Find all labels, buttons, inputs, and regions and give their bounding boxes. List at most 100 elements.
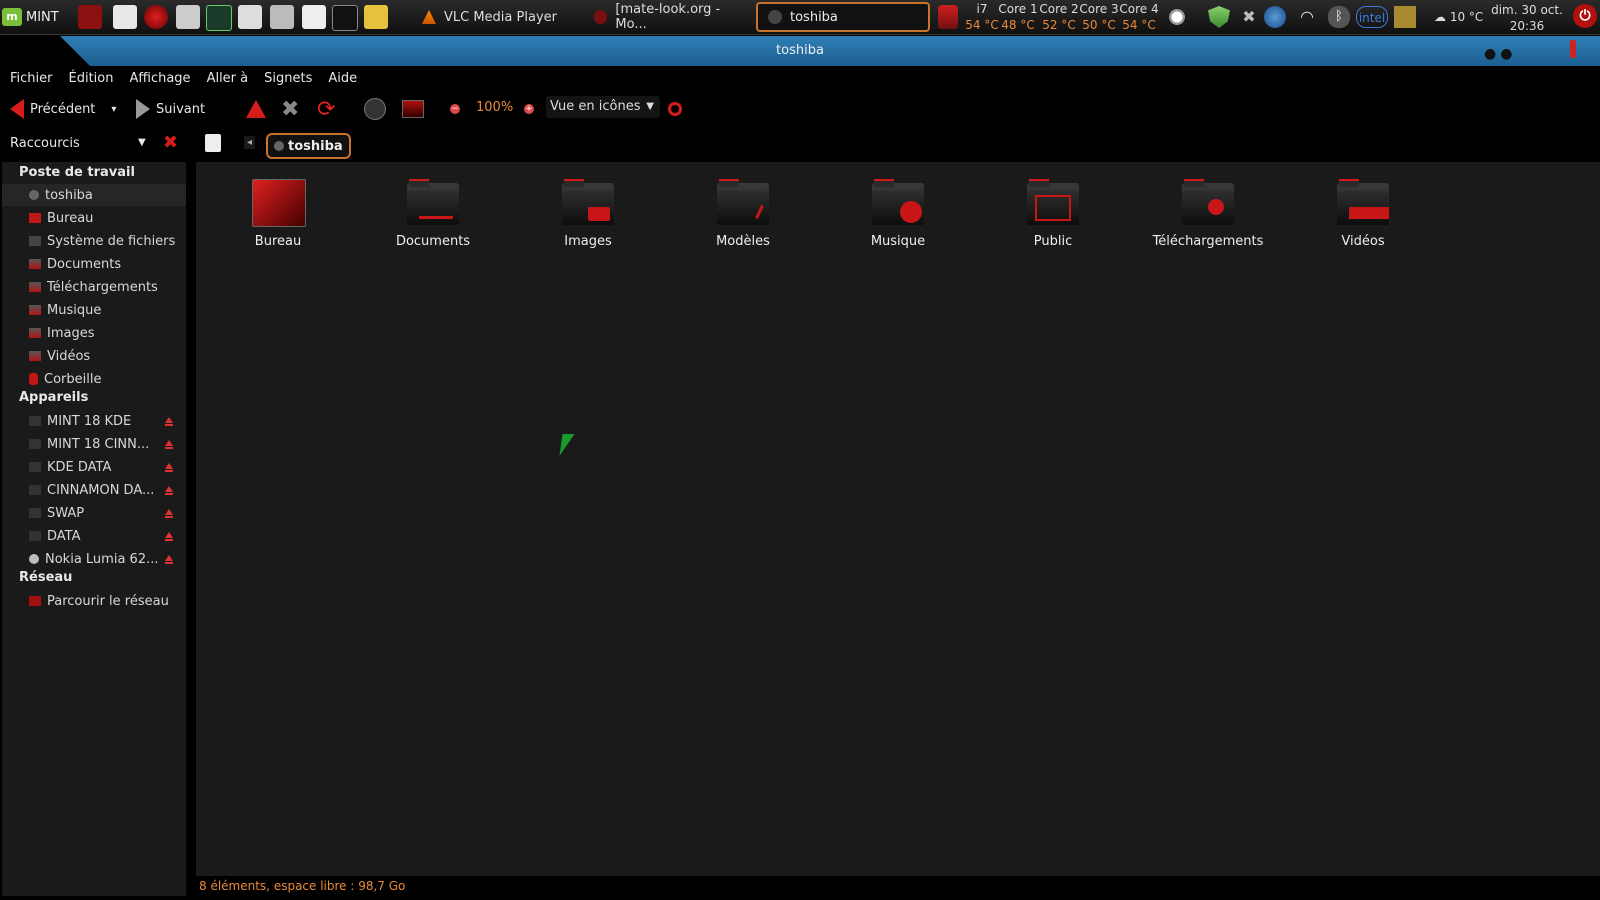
- sidebar-item-corbeille[interactable]: Corbeille: [2, 368, 186, 390]
- drive-launcher-icon[interactable]: [176, 5, 200, 29]
- search-button[interactable]: [668, 98, 682, 120]
- sidebar-device-kdedata[interactable]: KDE DATA: [2, 456, 186, 478]
- back-history-dropdown-icon[interactable]: ▾: [111, 104, 116, 115]
- bluetooth-icon[interactable]: ᛒ: [1328, 6, 1350, 28]
- cpu-temp-core3: Core 3 50 °C: [1078, 1, 1120, 33]
- sidebar-mode-label: Raccourcis: [10, 136, 80, 151]
- settings-launcher-icon[interactable]: [270, 5, 294, 29]
- reload-button[interactable]: ⟳: [317, 97, 335, 122]
- menu-aller-a[interactable]: Aller à: [207, 71, 249, 86]
- tools-icon[interactable]: ✖: [1238, 6, 1260, 28]
- file-launcher-icon[interactable]: [113, 5, 137, 29]
- folder-documents[interactable]: Documents: [368, 177, 498, 249]
- home-button[interactable]: [364, 98, 386, 120]
- task-vlc[interactable]: VLC Media Player: [412, 2, 580, 32]
- sidebar-device-swap[interactable]: SWAP: [2, 502, 186, 524]
- cpu-name: i7: [976, 2, 988, 16]
- folder-telechargements[interactable]: Téléchargements: [1143, 177, 1273, 249]
- clock[interactable]: dim. 30 oct. 20:36: [1490, 2, 1564, 34]
- folder-icon: [29, 259, 41, 269]
- sidebar-item-musique[interactable]: Musique: [2, 299, 186, 321]
- sidebar-device-mint18cinn[interactable]: MINT 18 CINN...: [2, 433, 186, 455]
- brightness-icon[interactable]: [1166, 6, 1188, 28]
- task-file-manager[interactable]: toshiba: [756, 2, 930, 32]
- folder-public[interactable]: Public: [988, 177, 1118, 249]
- menu-affichage[interactable]: Affichage: [129, 71, 190, 86]
- sidebar-device-data[interactable]: DATA: [2, 525, 186, 547]
- folder-videos[interactable]: Vidéos: [1298, 177, 1428, 249]
- zoom-level[interactable]: 100%: [476, 100, 513, 115]
- eject-icon[interactable]: [165, 417, 173, 426]
- forward-button[interactable]: Suivant: [136, 98, 205, 120]
- back-button[interactable]: Précédent ▾: [10, 98, 116, 120]
- sidebar-item-bureau[interactable]: Bureau: [2, 207, 186, 229]
- path-scroll-left-icon[interactable]: ◂: [244, 136, 256, 149]
- menu-fichier[interactable]: Fichier: [10, 71, 53, 86]
- icon-view[interactable]: Bureau Documents Images Modèles Musique: [196, 162, 1600, 876]
- computer-icon: [402, 100, 424, 118]
- menu-edition[interactable]: Édition: [69, 71, 114, 86]
- window-controls[interactable]: ●●: [1484, 46, 1516, 62]
- eject-icon[interactable]: [165, 440, 173, 449]
- up-button[interactable]: [246, 98, 266, 120]
- calculator-launcher-icon[interactable]: [238, 5, 262, 29]
- mint-menu-button[interactable]: m MINT: [2, 3, 68, 31]
- sidebar-item-telechargements[interactable]: Téléchargements: [2, 276, 186, 298]
- menu-aide[interactable]: Aide: [328, 71, 357, 86]
- terminal-launcher-icon[interactable]: [332, 5, 358, 31]
- close-button[interactable]: [1570, 40, 1576, 58]
- sidebar-item-label: Corbeille: [44, 371, 102, 387]
- window-titlebar[interactable]: toshiba ●●: [0, 36, 1600, 66]
- computer-button[interactable]: [402, 98, 424, 120]
- sidebar-device-nokia[interactable]: Nokia Lumia 62...: [2, 548, 186, 570]
- sidebar-item-label: Vidéos: [47, 348, 91, 364]
- sidebar-item-browse-network[interactable]: Parcourir le réseau: [2, 590, 186, 612]
- folder-images[interactable]: Images: [523, 177, 653, 249]
- menu-signets[interactable]: Signets: [264, 71, 312, 86]
- folder-bureau[interactable]: Bureau: [213, 177, 343, 249]
- music-applet-icon[interactable]: [1394, 6, 1416, 28]
- eject-icon[interactable]: [165, 463, 173, 472]
- eject-icon[interactable]: [165, 532, 173, 541]
- weather-applet[interactable]: ☁ 10 °C: [1434, 10, 1483, 24]
- sidebar-item-documents[interactable]: Documents: [2, 253, 186, 275]
- wifi-icon[interactable]: ◠: [1296, 6, 1318, 28]
- view-mode-select[interactable]: Vue en icônes ▼: [546, 96, 660, 118]
- breadcrumb-label: toshiba: [288, 138, 343, 154]
- zoom-out-icon: −: [450, 104, 460, 114]
- eject-icon[interactable]: [165, 486, 173, 495]
- sidebar-item-images[interactable]: Images: [2, 322, 186, 344]
- folder-modeles[interactable]: Modèles: [678, 177, 808, 249]
- folder-musique[interactable]: Musique: [833, 177, 963, 249]
- red-sphere-launcher-icon[interactable]: [144, 5, 168, 29]
- zoom-in-button[interactable]: +: [524, 98, 534, 120]
- sidebar-device-mint18kde[interactable]: MINT 18 KDE: [2, 410, 186, 432]
- intel-icon[interactable]: intel: [1356, 6, 1388, 28]
- downloads-folder-icon: [1180, 177, 1236, 227]
- desktop-icon: [29, 213, 41, 223]
- cleaner-launcher-icon[interactable]: [364, 5, 388, 29]
- red-app-launcher-icon[interactable]: [78, 5, 102, 29]
- drive-icon: [29, 236, 41, 246]
- breadcrumb-current[interactable]: toshiba: [266, 133, 351, 159]
- eject-icon[interactable]: [165, 555, 173, 564]
- eject-icon[interactable]: [165, 509, 173, 518]
- search-icon: [668, 102, 682, 116]
- thunderbird-icon[interactable]: [1264, 6, 1286, 28]
- sidebar-mode-select[interactable]: Raccourcis ▼: [10, 136, 150, 151]
- sidebar-item-filesystem[interactable]: Système de fichiers: [2, 230, 186, 252]
- sidebar-device-cinnamondata[interactable]: CINNAMON DA...: [2, 479, 186, 501]
- toggle-location-entry-icon[interactable]: [205, 134, 221, 152]
- security-shield-icon[interactable]: [1208, 6, 1230, 28]
- zoom-out-button[interactable]: −: [450, 98, 460, 120]
- system-monitor-launcher-icon[interactable]: [206, 5, 232, 31]
- close-sidebar-icon[interactable]: ✖: [163, 132, 178, 153]
- task-browser[interactable]: [mate-look.org - Mo...: [584, 2, 750, 32]
- sidebar-item-videos[interactable]: Vidéos: [2, 345, 186, 367]
- text-editor-launcher-icon[interactable]: [302, 5, 326, 29]
- drive-icon: [29, 531, 41, 541]
- stop-button[interactable]: ✖: [281, 97, 299, 122]
- sidebar-item-toshiba[interactable]: toshiba: [2, 184, 186, 206]
- power-icon[interactable]: ⏻: [1573, 4, 1597, 28]
- trash-applet-icon[interactable]: [938, 5, 958, 29]
